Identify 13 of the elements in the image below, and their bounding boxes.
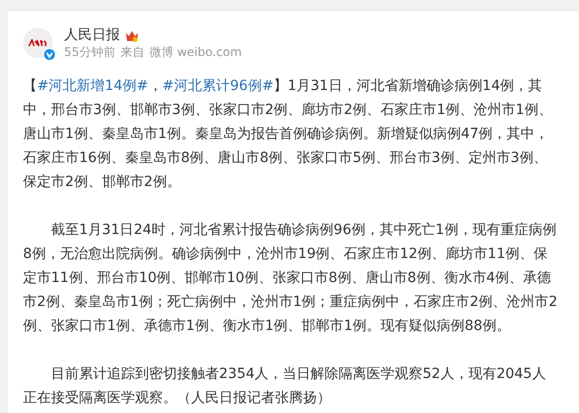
post-paragraph: 【#河北新增14例#，#河北累计96例#】1月31日，河北省新增确诊病例14例，其中，邢台市3例、邯郸市3例、张家口市2例、廊坊市2例、石家庄市1例、沧州市1例、唐山市1例、秦皇岛市1例。秦皇岛为报告首例确诊病例。新增疑似病例47例，其中，石家庄市16例、秦皇岛市8例、唐山市8例、张家口市5例、邢台市3例、定州市3例、保定市2例、邯郸市2例。 (23, 77, 554, 192)
source-link[interactable]: 微博 weibo.com (149, 44, 242, 61)
author-name[interactable]: 人民日报 (64, 27, 120, 44)
avatar[interactable] (23, 28, 53, 58)
post-time[interactable]: 55分钟前 (64, 44, 116, 61)
verified-badge-icon (43, 48, 56, 61)
from-label: 来自 (120, 44, 144, 61)
post-paragraph: 目前累计追踪到密切接触者2354人，当日解除隔离医学观察52人，现有2045人正在接受隔离医学观察。（人民日报记者张腾扬） (23, 365, 548, 408)
hashtag-link[interactable]: #河北累计96例# (162, 78, 274, 94)
calligraphy-logo-icon (28, 39, 48, 47)
hashtag-link[interactable]: #河北新增14例# (37, 78, 148, 94)
crown-icon (125, 28, 139, 42)
post-paragraph: 截至1月31日24时，河北省累计报告确诊病例96例，其中死亡1例，现有重症病例8例，无治愈出院病例。确诊病例中，沧州市19例、石家庄市12例、廊坊市11例、保定市11例、邢台市10例、邯郸市10例、张家口市8例、唐山市8例、衡水市4例、承德市2例、秦皇岛市1例；死亡病例中，沧州市1例；重症病例中，石家庄市2例、沧州市2例、张家口市1例、承德市1例、衡水市1例、邯郸市1例。现有疑似病例88例。 (23, 221, 559, 336)
